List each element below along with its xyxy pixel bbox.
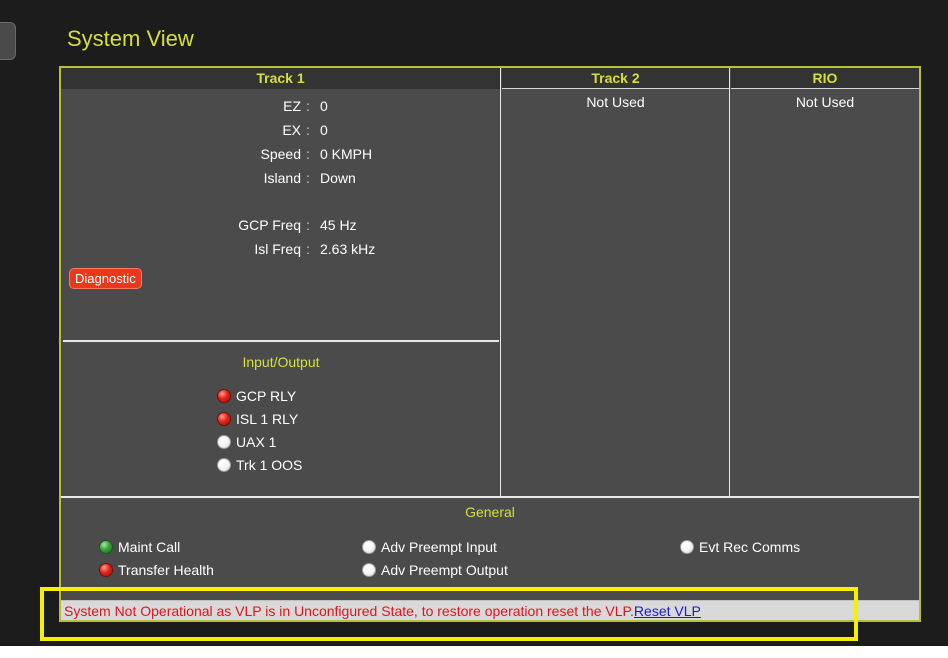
status-led-icon (217, 435, 231, 449)
io-item-isl-1-rly: ISL 1 RLY (217, 411, 298, 429)
io-item-label: Trk 1 OOS (236, 457, 303, 473)
field-isl-freq-sep: : (306, 241, 310, 257)
general-item-label: Adv Preempt Output (381, 562, 508, 578)
rio-header: RIO (731, 68, 919, 89)
rio-status: Not Used (795, 94, 855, 110)
field-gcp-freq: GCP Freq : 45 Hz (61, 217, 501, 235)
status-led-icon (362, 563, 376, 577)
status-led-icon (217, 458, 231, 472)
side-panel-toggle[interactable] (0, 22, 16, 60)
general-item-label: Maint Call (118, 539, 181, 555)
status-led-icon (362, 540, 376, 554)
io-item-label: UAX 1 (236, 434, 277, 450)
field-ex: EX : 0 (61, 122, 501, 140)
field-island-key: Island (263, 170, 301, 186)
field-isl-freq-value: 2.63 kHz (320, 241, 376, 257)
field-gcp-freq-key: GCP Freq (238, 217, 301, 233)
io-item-gcp-rly: GCP RLY (217, 388, 296, 406)
field-gcp-freq-sep: : (306, 217, 310, 233)
io-item-trk-1-oos: Trk 1 OOS (217, 457, 302, 475)
status-led-icon (217, 389, 231, 403)
general-item-adv-preempt-input: Adv Preempt Input (362, 539, 497, 557)
field-ez-key: EZ (283, 98, 301, 114)
general-item-adv-preempt-output: Adv Preempt Output (362, 562, 508, 580)
field-ez-value: 0 (320, 98, 328, 114)
field-ez: EZ : 0 (61, 98, 501, 116)
field-speed-value: 0 KMPH (320, 146, 373, 162)
general-item-transfer-health: Transfer Health (99, 562, 214, 580)
field-ex-key: EX (282, 122, 301, 138)
field-island: Island : Down (61, 170, 501, 188)
status-led-icon (680, 540, 694, 554)
track2-column: Track 2 Not Used (502, 68, 730, 496)
track2-status: Not Used (586, 94, 645, 110)
field-isl-freq: Isl Freq : 2.63 kHz (61, 241, 501, 259)
page-title: System View (67, 26, 194, 51)
field-speed-sep: : (306, 146, 310, 162)
io-item-uax-1: UAX 1 (217, 434, 276, 452)
field-gcp-freq-value: 45 Hz (320, 217, 357, 233)
diagnostic-button[interactable]: Diagnostic (69, 268, 142, 289)
general-item-evt-rec-comms: Evt Rec Comms (680, 539, 800, 557)
general-item-label: Evt Rec Comms (699, 539, 801, 555)
general-divider (61, 496, 919, 498)
io-item-label: GCP RLY (236, 388, 297, 404)
general-item-label: Adv Preempt Input (381, 539, 497, 555)
track1-column: Track 1 EZ : 0 EX : 0 Speed : 0 KMPH Isl… (61, 68, 501, 496)
field-speed: Speed : 0 KMPH (61, 146, 501, 164)
io-item-label: ISL 1 RLY (236, 411, 299, 427)
rio-column: RIO Not Used (731, 68, 919, 496)
app-window: System View Track 1 EZ : 0 EX : 0 Speed … (0, 0, 948, 646)
io-section-title: Input/Output (242, 354, 320, 370)
general-section-title: General (465, 504, 515, 520)
status-led-icon (99, 540, 113, 554)
track2-header: Track 2 (502, 68, 729, 89)
system-view-panel: Track 1 EZ : 0 EX : 0 Speed : 0 KMPH Isl… (59, 66, 921, 622)
field-speed-key: Speed (260, 146, 301, 162)
field-isl-freq-key: Isl Freq (254, 241, 301, 257)
field-ex-value: 0 (320, 122, 328, 138)
status-led-icon (217, 412, 231, 426)
field-island-sep: : (306, 170, 310, 186)
field-ex-sep: : (306, 122, 310, 138)
highlight-box (40, 587, 858, 641)
io-divider (63, 340, 499, 342)
track1-header: Track 1 (61, 68, 500, 89)
field-island-value: Down (320, 170, 356, 186)
general-item-maint-call: Maint Call (99, 539, 180, 557)
field-ez-sep: : (306, 98, 310, 114)
general-item-label: Transfer Health (118, 562, 214, 578)
status-led-icon (99, 563, 113, 577)
